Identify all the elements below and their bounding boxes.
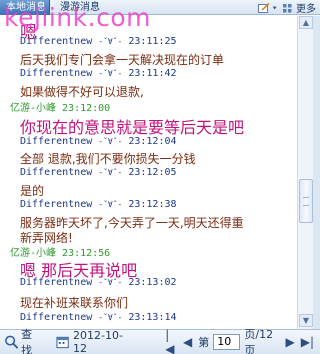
message-history: 嗯 Differentnew -ˇ∀ˇ- 23:11:25 后天我们专门会拿一天解决现在…	[0, 16, 297, 329]
message-time: 23:12:00	[62, 103, 111, 114]
sender-emote: -ˇ∀ˇ-	[98, 137, 123, 146]
sender-name: Differentnew	[20, 36, 93, 47]
toolbar-right: 更多	[258, 0, 320, 15]
message-header: Differentnew -ˇ∀ˇ- 23:12:05	[20, 167, 177, 178]
message-text: 现在补班来联系你们	[20, 296, 129, 310]
message-time: 23:12:38	[128, 199, 177, 210]
dropdown-arrow-icon[interactable]	[272, 3, 280, 13]
edit-icon[interactable]	[258, 2, 270, 13]
page-total: 页/12页	[244, 328, 274, 354]
first-page-button[interactable]: |◀	[165, 328, 177, 354]
sender-emote: -ˇ∀ˇ-	[98, 69, 123, 78]
message-header: Differentnew -ˇ∀ˇ- 23:12:38	[20, 199, 177, 210]
pager: |◀ ◀ 第 10 页/12页 ▶ ▶|	[165, 326, 320, 354]
sender-name: Differentnew	[20, 199, 93, 210]
sender-emote: -ˇ∀ˇ-	[98, 200, 123, 209]
more-button[interactable]: 更多	[296, 0, 316, 15]
date-picker[interactable]: 2012-10-12	[56, 329, 133, 354]
next-page-button[interactable]: ▶	[285, 335, 294, 349]
search-label: 查找	[21, 328, 33, 354]
message-text: 如果做得不好可以退款,	[20, 85, 144, 99]
vertical-scrollbar[interactable]: ▲ ▼	[297, 16, 313, 329]
sender-emote: -ˇ∀ˇ-	[98, 168, 123, 177]
sender-emote: -ˇ∀ˇ-	[98, 37, 123, 46]
more-icon[interactable]	[282, 3, 294, 13]
panel-edge	[313, 16, 320, 329]
sender-name: Differentnew	[20, 68, 93, 79]
prev-page-button[interactable]: ◀	[183, 335, 192, 349]
last-page-button[interactable]: ▶|	[301, 335, 314, 349]
sender-name: Differentnew	[20, 136, 93, 147]
message-time: 23:12:04	[128, 136, 177, 147]
message-header: Differentnew -ˇ∀ˇ- 23:11:25	[20, 36, 177, 47]
message-text: 是的	[20, 184, 45, 198]
calendar-icon	[56, 336, 69, 349]
bottom-bar: 查找 2012-10-12 |◀ ◀ 第 10 页/12页 ▶ ▶|	[0, 326, 320, 354]
message-header: Differentnew -ˇ∀ˇ- 23:13:14	[20, 312, 177, 323]
message-time: 23:11:25	[128, 36, 177, 47]
page-prefix: 第	[198, 336, 210, 349]
search-button[interactable]: 查找	[4, 326, 42, 354]
sender-name: Differentnew	[20, 312, 93, 323]
message-text: 你现在的意思就是要等后天是吧	[20, 118, 245, 137]
sender-name: Differentnew	[20, 167, 93, 178]
date-value: 2012-10-12	[73, 329, 123, 354]
scroll-up-button[interactable]: ▲	[299, 16, 313, 29]
page-number-input[interactable]: 10	[213, 334, 241, 350]
message-header: 亿游-小峰 23:12:00	[10, 99, 110, 114]
message-text: 后天我们专门会拿一天解决现在的订单	[20, 53, 225, 67]
watermark-text: kejiink.com	[4, 3, 151, 32]
message-header: Differentnew -ˇ∀ˇ- 23:12:04	[20, 136, 177, 147]
sender-emote: -ˇ∀ˇ-	[98, 313, 123, 322]
message-header: Differentnew -ˇ∀ˇ- 23:11:42	[20, 68, 177, 79]
sender-emote: -ˇ∀ˇ-	[98, 278, 123, 287]
message-header: Differentnew -ˇ∀ˇ- 23:13:02	[20, 277, 177, 288]
message-time: 23:12:05	[128, 167, 177, 178]
message-time: 23:11:42	[128, 68, 177, 79]
sender-name: 亿游-小峰	[10, 103, 57, 114]
search-icon	[5, 335, 19, 349]
message-text: 全部 退款,我们不要你损失一分钱	[20, 152, 196, 166]
scrollbar-thumb[interactable]	[299, 179, 313, 223]
sender-name: Differentnew	[20, 277, 93, 288]
message-time: 23:13:02	[128, 277, 177, 288]
message-time: 23:13:14	[128, 312, 177, 323]
